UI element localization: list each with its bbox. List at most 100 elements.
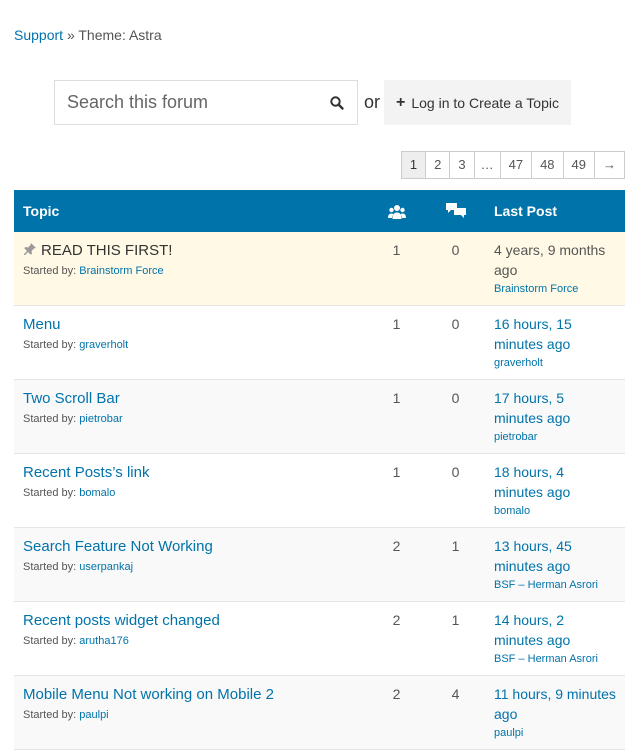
or-text: or	[364, 92, 381, 112]
started-by-label: Started by:	[23, 413, 77, 425]
pagination-page[interactable]: 48	[531, 152, 563, 178]
table-row: Mobile Menu Not working on Mobile 2 Start…	[14, 675, 625, 750]
voice-count: 1	[367, 305, 426, 380]
voice-count: 1	[367, 379, 426, 454]
voice-count: 1	[367, 453, 426, 528]
table-row: Recent Posts’s link Started by: bomalo 1 0 1…	[14, 453, 625, 528]
breadcrumb: Support » Theme: Astra	[14, 27, 162, 43]
table-row: Two Scroll Bar Started by: pietrobar 1 0 17 …	[14, 379, 625, 454]
topic-author-link[interactable]: Brainstorm Force	[79, 265, 163, 277]
last-post-time-link[interactable]: 18 hours, 4 minutes ago	[494, 462, 616, 502]
pagination: 1 2 3… 47 48 49 →	[400, 151, 625, 179]
table-row: Menu Started by: graverholt 1 0 16 hours, 15…	[14, 305, 625, 380]
started-by: Started by: userpankaj	[23, 561, 358, 573]
pagination-page[interactable]: 49	[562, 152, 594, 178]
pagination-page[interactable]: 47	[499, 152, 532, 178]
voice-count: 2	[367, 675, 426, 750]
started-by-label: Started by:	[23, 709, 77, 721]
last-post-time-link[interactable]: 17 hours, 5 minutes ago	[494, 388, 616, 428]
topic-title-link[interactable]: READ THIS FIRST!	[41, 242, 172, 259]
pagination-page[interactable]: 3	[449, 152, 474, 178]
last-post-author-link[interactable]: BSF – Herman Asrori	[494, 579, 616, 591]
voice-count: 2	[367, 601, 426, 676]
topic-cell: Menu Started by: graverholt	[14, 305, 367, 380]
started-by: Started by: arutha176	[23, 635, 358, 647]
topic-cell: Mobile Menu Not working on Mobile 2 Start…	[14, 675, 367, 750]
search-box	[54, 80, 358, 125]
topic-cell: Recent posts widget changed Started by: a…	[14, 601, 367, 676]
started-by: Started by: pietrobar	[23, 413, 358, 425]
topic-author-link[interactable]: bomalo	[79, 487, 115, 499]
started-by: Started by: graverholt	[23, 339, 358, 351]
breadcrumb-current: Theme: Astra	[78, 27, 162, 43]
reply-count: 4	[426, 675, 485, 750]
topic-author-link[interactable]: userpankaj	[79, 561, 133, 573]
reply-count: 0	[426, 232, 485, 306]
login-button-label: Log in to Create a Topic	[411, 94, 559, 111]
reply-count: 0	[426, 305, 485, 380]
last-post-author-link[interactable]: paulpi	[494, 727, 616, 739]
last-post-author-link[interactable]: graverholt	[494, 357, 616, 369]
topic-title-link[interactable]: Search Feature Not Working	[23, 538, 213, 555]
table-row: Search Feature Not Working Started by: us…	[14, 527, 625, 602]
breadcrumb-separator: »	[66, 27, 75, 43]
pagination-page[interactable]: 1	[401, 152, 426, 178]
replies-icon	[445, 203, 466, 219]
topic-title-link[interactable]: Recent posts widget changed	[23, 612, 220, 629]
last-post-column-header: Last Post	[485, 190, 625, 232]
search-input[interactable]	[65, 91, 329, 114]
pagination-ellipsis: …	[473, 152, 500, 178]
topic-title-link[interactable]: Two Scroll Bar	[23, 390, 120, 407]
search-icon[interactable]	[329, 95, 345, 111]
last-post-cell: 16 hours, 15 minutes ago graverholt	[485, 305, 625, 380]
topic-author-link[interactable]: paulpi	[79, 709, 108, 721]
topic-title-link[interactable]: Mobile Menu Not working on Mobile 2	[23, 686, 274, 703]
started-by: Started by: paulpi	[23, 709, 358, 721]
last-post-time-link[interactable]: 11 hours, 9 minutes ago	[494, 684, 616, 724]
last-post-cell: 14 hours, 2 minutes ago BSF – Herman Asro…	[485, 601, 625, 676]
topic-column-header: Topic	[14, 190, 367, 232]
last-post-author-link[interactable]: BSF – Herman Asrori	[494, 653, 616, 665]
plus-icon: +	[396, 93, 406, 111]
pagination-page[interactable]: 2	[425, 152, 450, 178]
search-row: or + Log in to Create a Topic	[54, 79, 571, 126]
last-post-cell: 4 years, 9 months ago Brainstorm Force	[485, 232, 625, 306]
topic-cell: Search Feature Not Working Started by: us…	[14, 527, 367, 602]
topics-table: Topic Last Post READ THIS FIRST! Started…	[14, 190, 625, 750]
started-by-label: Started by:	[23, 635, 77, 647]
last-post-author-link[interactable]: Brainstorm Force	[494, 283, 616, 295]
table-header-row: Topic Last Post	[14, 190, 625, 232]
voice-count: 1	[367, 232, 426, 306]
login-create-topic-button[interactable]: + Log in to Create a Topic	[384, 80, 571, 125]
reply-count: 1	[426, 527, 485, 602]
last-post-time-link[interactable]: 4 years, 9 months ago	[494, 240, 616, 280]
started-by: Started by: Brainstorm Force	[23, 265, 358, 277]
started-by-label: Started by:	[23, 561, 77, 573]
voices-column-header	[367, 190, 426, 232]
topic-title-link[interactable]: Menu	[23, 316, 61, 333]
last-post-time-link[interactable]: 14 hours, 2 minutes ago	[494, 610, 616, 650]
table-row: Recent posts widget changed Started by: a…	[14, 601, 625, 676]
last-post-author-link[interactable]: bomalo	[494, 505, 616, 517]
topic-cell: READ THIS FIRST! Started by: Brainstorm F…	[14, 232, 367, 306]
pin-icon	[24, 243, 36, 255]
started-by-label: Started by:	[23, 339, 77, 351]
last-post-cell: 17 hours, 5 minutes ago pietrobar	[485, 379, 625, 454]
voice-count: 2	[367, 527, 426, 602]
last-post-author-link[interactable]: pietrobar	[494, 431, 616, 443]
topic-author-link[interactable]: graverholt	[79, 339, 128, 351]
users-icon	[387, 204, 406, 219]
reply-count: 1	[426, 601, 485, 676]
topic-cell: Recent Posts’s link Started by: bomalo	[14, 453, 367, 528]
started-by-label: Started by:	[23, 487, 77, 499]
last-post-time-link[interactable]: 16 hours, 15 minutes ago	[494, 314, 616, 354]
breadcrumb-support-link[interactable]: Support	[14, 27, 63, 43]
pagination-next[interactable]: →	[594, 152, 624, 178]
reply-count: 0	[426, 453, 485, 528]
last-post-time-link[interactable]: 13 hours, 45 minutes ago	[494, 536, 616, 576]
topic-author-link[interactable]: pietrobar	[79, 413, 122, 425]
topic-title-link[interactable]: Recent Posts’s link	[23, 464, 149, 481]
last-post-cell: 13 hours, 45 minutes ago BSF – Herman Asr…	[485, 527, 625, 602]
topic-cell: Two Scroll Bar Started by: pietrobar	[14, 379, 367, 454]
topic-author-link[interactable]: arutha176	[79, 635, 129, 647]
